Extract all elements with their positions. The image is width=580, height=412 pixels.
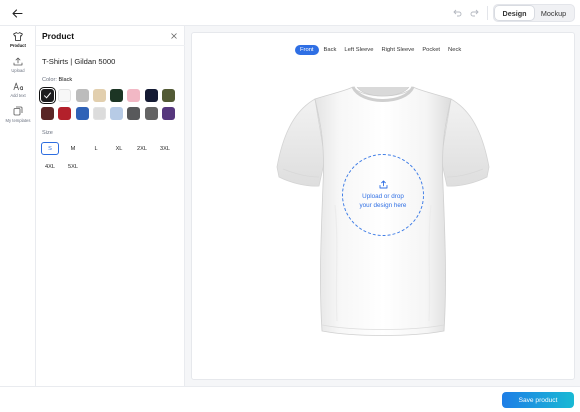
color-swatch[interactable]	[41, 107, 54, 120]
selected-color-name: Black	[58, 77, 73, 83]
color-swatch[interactable]	[92, 107, 106, 120]
undo-icon	[453, 9, 462, 16]
rail-item-label: My templates	[5, 118, 31, 123]
view-tab-front[interactable]: Front	[295, 45, 319, 55]
top-toolbar: Design Mockup	[0, 0, 580, 26]
rail-item-product[interactable]: Product	[0, 32, 36, 48]
rail-item-my-templates[interactable]: My templates	[0, 106, 36, 123]
panel-title: Product	[42, 31, 75, 41]
size-option-4xl[interactable]: 4XL	[41, 160, 59, 173]
size-option-s[interactable]: S	[41, 142, 59, 155]
view-tab-right-sleeve[interactable]: Right Sleeve	[378, 45, 417, 55]
color-swatch[interactable]	[127, 107, 141, 120]
design-canvas: Front Back Left Sleeve Right Sleeve Pocket Ne…	[191, 32, 575, 380]
product-panel: Product T-Shirts | Gildan 5000 Color: Bl…	[36, 26, 185, 386]
product-name: T-Shirts | Gildan 5000	[42, 57, 116, 66]
drop-zone-line1: Upload or drop	[362, 193, 404, 200]
color-swatch[interactable]	[162, 107, 176, 120]
text-icon	[12, 82, 23, 91]
close-icon	[170, 32, 177, 39]
tshirt-icon	[13, 32, 23, 41]
save-product-button[interactable]: Save product	[502, 392, 574, 408]
color-swatch[interactable]	[110, 89, 124, 102]
rail-item-label: Upload	[11, 68, 25, 73]
rail-item-add-text[interactable]: Add text	[0, 82, 36, 98]
color-swatch[interactable]	[39, 87, 56, 104]
redo-icon	[470, 9, 479, 16]
arrow-left-icon	[11, 8, 23, 18]
color-swatch[interactable]	[162, 89, 176, 102]
design-mode-button[interactable]: Design	[495, 6, 534, 20]
color-swatches	[39, 87, 181, 120]
size-option-xl[interactable]: XL	[110, 142, 128, 155]
view-tab-back[interactable]: Back	[321, 45, 340, 55]
color-swatch[interactable]	[58, 89, 72, 102]
upload-icon	[379, 180, 387, 189]
size-option-5xl[interactable]: 5XL	[64, 160, 82, 173]
color-swatch[interactable]	[144, 107, 158, 120]
check-icon	[44, 92, 51, 99]
drop-zone-line2: your design here	[359, 202, 407, 209]
size-option-2xl[interactable]: 2XL	[133, 142, 151, 155]
tool-rail: Product Upload Add text My templates	[0, 26, 36, 386]
size-options: S M L XL 2XL 3XL 4XL 5XL	[41, 142, 181, 173]
size-label: Size	[42, 130, 53, 136]
rail-item-upload[interactable]: Upload	[0, 57, 36, 73]
upload-icon	[13, 57, 23, 66]
design-drop-zone[interactable]: Upload or drop your design here	[342, 154, 424, 236]
color-swatch[interactable]	[58, 107, 72, 120]
bottom-bar: Save product	[0, 386, 580, 412]
drop-zone-text: Upload or drop your design here	[353, 192, 413, 210]
templates-icon	[13, 106, 23, 116]
mockup-mode-button[interactable]: Mockup	[534, 6, 573, 20]
back-button[interactable]	[8, 4, 26, 22]
view-tab-pocket[interactable]: Pocket	[419, 45, 443, 55]
color-label: Color: Black	[42, 77, 72, 83]
color-swatch[interactable]	[75, 89, 89, 102]
view-tabs: Front Back Left Sleeve Right Sleeve Pocket Ne…	[295, 45, 464, 55]
size-option-3xl[interactable]: 3XL	[156, 142, 174, 155]
toolbar-divider	[487, 6, 488, 20]
color-label-text: Color:	[42, 77, 57, 83]
redo-button[interactable]	[469, 7, 480, 18]
mode-switch: Design Mockup	[493, 4, 575, 22]
color-swatch[interactable]	[75, 107, 89, 120]
color-swatch[interactable]	[92, 89, 106, 102]
rail-item-label: Product	[10, 43, 26, 48]
panel-header: Product	[36, 26, 185, 46]
size-option-l[interactable]: L	[87, 142, 105, 155]
view-tab-left-sleeve[interactable]: Left Sleeve	[341, 45, 376, 55]
undo-button[interactable]	[452, 7, 463, 18]
rail-item-label: Add text	[10, 93, 26, 98]
color-swatch[interactable]	[127, 89, 141, 102]
size-option-m[interactable]: M	[64, 142, 82, 155]
color-swatch[interactable]	[144, 89, 158, 102]
view-tab-neck[interactable]: Neck	[445, 45, 464, 55]
color-swatch[interactable]	[110, 107, 124, 120]
panel-close-button[interactable]	[169, 31, 178, 40]
